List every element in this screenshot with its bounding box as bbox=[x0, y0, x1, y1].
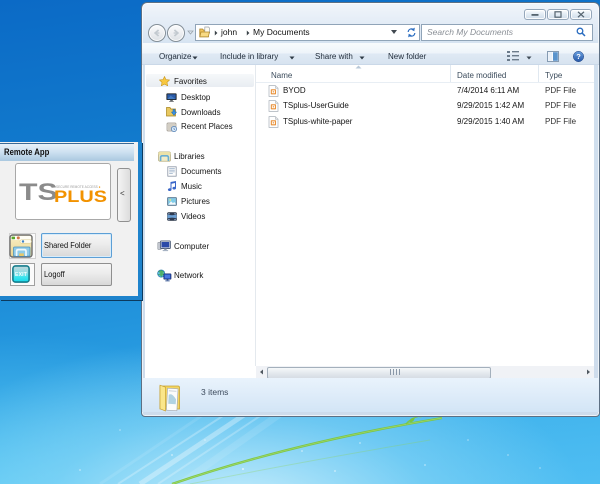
svg-text:EXIT: EXIT bbox=[15, 272, 27, 278]
svg-text:?: ? bbox=[576, 52, 581, 61]
